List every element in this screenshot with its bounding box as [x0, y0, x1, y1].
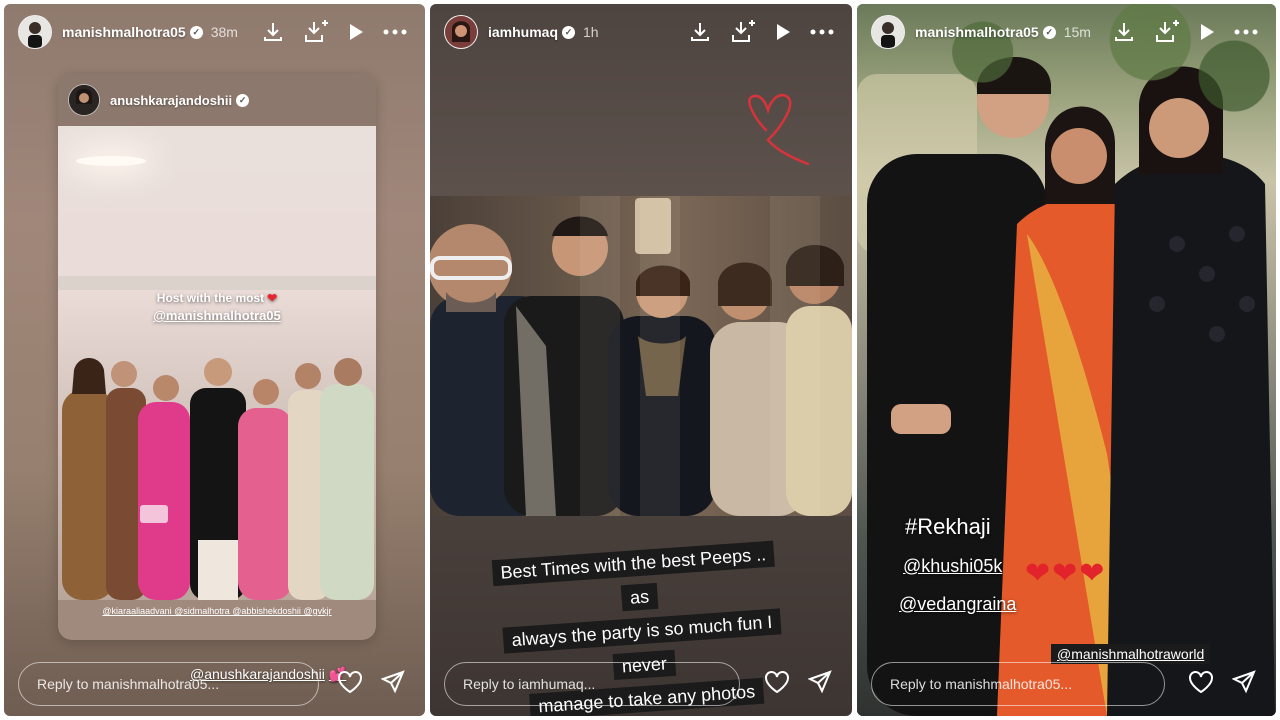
verified-badge-icon: ✓	[1042, 25, 1056, 39]
play-icon[interactable]	[774, 22, 792, 42]
tagged-users[interactable]: @kiaraaliaadvani @sidmalhotra @abbishekd…	[58, 600, 376, 616]
avatar	[68, 84, 100, 116]
more-options-icon[interactable]	[383, 28, 407, 36]
username[interactable]: manishmalhotra05	[915, 24, 1039, 40]
time-ago: 15m	[1063, 24, 1091, 40]
download-icon[interactable]	[261, 20, 285, 44]
save-to-device-icon[interactable]	[730, 20, 756, 44]
more-options-icon[interactable]	[810, 28, 834, 36]
mention-khushi[interactable]: @khushi05k	[903, 556, 1002, 577]
host-text: Host with the most ❤ @manishmalhotra05	[58, 290, 376, 324]
username[interactable]: iamhumaq	[488, 24, 558, 40]
heart-emoji: ❤	[267, 291, 278, 305]
time-ago: 38m	[210, 24, 238, 40]
story-header: manishmalhotra05 ✓ 15m	[871, 14, 1266, 50]
send-icon[interactable]	[1231, 669, 1256, 699]
play-icon[interactable]	[1198, 22, 1216, 42]
reposted-story-card[interactable]: anushkarajandoshii ✓ Host with the most ❤…	[58, 74, 376, 640]
avatar[interactable]	[444, 15, 478, 49]
story-header: iamhumaq ✓ 1h	[444, 14, 842, 50]
repost-username[interactable]: anushkarajandoshii	[110, 93, 232, 108]
host-line: Host with the most	[156, 291, 265, 305]
repost-header: anushkarajandoshii ✓	[58, 74, 376, 126]
verified-badge-icon: ✓	[562, 25, 576, 39]
reply-input[interactable]	[444, 662, 740, 706]
reply-bar	[18, 662, 411, 706]
reply-bar	[444, 662, 838, 706]
save-to-device-icon[interactable]	[1154, 20, 1180, 44]
download-icon[interactable]	[688, 20, 712, 44]
more-options-icon[interactable]	[1234, 28, 1258, 36]
mention-brand[interactable]: @manishmalhotraworld	[1051, 644, 1211, 664]
story-panel-3: manishmalhotra05 ✓ 15m #Rekhaji @khushi0…	[857, 4, 1276, 716]
drawn-heart-doodle	[748, 93, 810, 166]
heart-icon[interactable]	[764, 670, 790, 699]
heart-icon[interactable]	[337, 670, 363, 699]
verified-badge-icon: ✓	[236, 93, 250, 107]
reply-input[interactable]	[871, 662, 1165, 706]
reply-input[interactable]	[18, 662, 319, 706]
host-mention[interactable]: @manishmalhotra05	[58, 307, 376, 324]
hashtag[interactable]: #Rekhaji	[905, 514, 991, 540]
group-of-people	[62, 358, 374, 600]
save-to-device-icon[interactable]	[303, 20, 329, 44]
username[interactable]: manishmalhotra05	[62, 24, 186, 40]
party-photo: Host with the most ❤ @manishmalhotra05	[58, 126, 376, 600]
avatar[interactable]	[871, 15, 905, 49]
verified-badge-icon: ✓	[189, 25, 203, 39]
mention-vedang[interactable]: @vedangraina	[899, 594, 1016, 615]
heart-icon[interactable]	[1188, 670, 1214, 699]
caption-line-1: Best Times with the best Peeps .. as	[491, 540, 775, 612]
reply-bar	[871, 662, 1262, 706]
story-header: manishmalhotra05 ✓ 38m	[18, 14, 415, 50]
party-photo	[430, 196, 852, 516]
send-icon[interactable]	[807, 669, 832, 699]
play-icon[interactable]	[347, 22, 365, 42]
download-icon[interactable]	[1112, 20, 1136, 44]
avatar[interactable]	[18, 15, 52, 49]
send-icon[interactable]	[380, 669, 405, 699]
story-panel-1: manishmalhotra05 ✓ 38m anushkarajandoshi…	[4, 4, 425, 716]
hearts-sticker: ❤❤❤	[1025, 557, 1107, 590]
story-panel-2: iamhumaq ✓ 1h Best Times with the best P…	[430, 4, 852, 716]
time-ago: 1h	[583, 24, 599, 40]
